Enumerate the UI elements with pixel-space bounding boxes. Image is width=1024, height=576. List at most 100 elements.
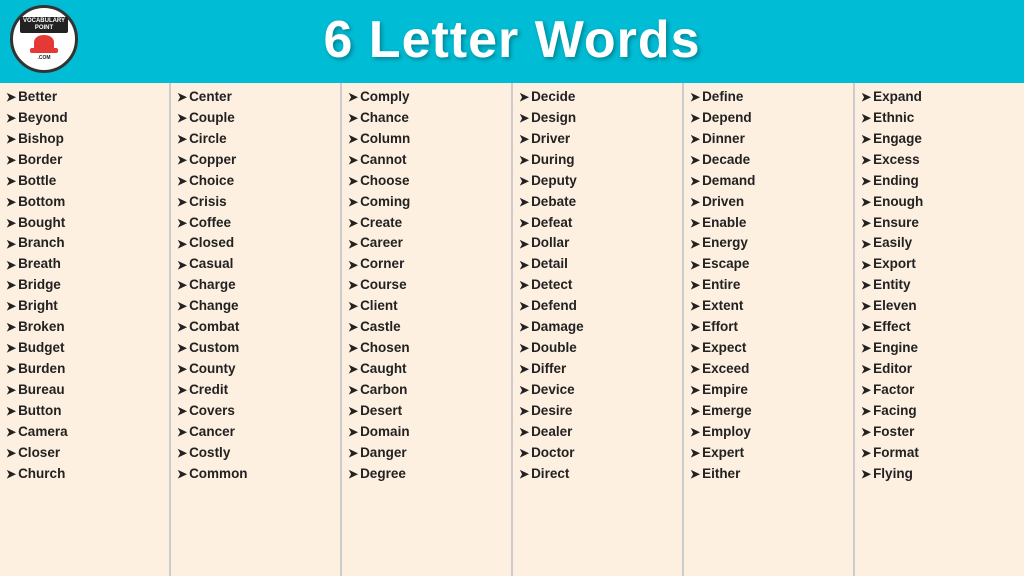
word-text: Differ bbox=[531, 359, 566, 380]
word-item: ➤Driver bbox=[519, 129, 676, 150]
word-item: ➤Expand bbox=[861, 87, 1018, 108]
arrow-icon: ➤ bbox=[861, 444, 871, 463]
word-item: ➤Expect bbox=[690, 338, 847, 359]
arrow-icon: ➤ bbox=[690, 256, 700, 275]
word-text: Ethnic bbox=[873, 108, 914, 129]
arrow-icon: ➤ bbox=[348, 193, 358, 212]
word-item: ➤Charge bbox=[177, 275, 334, 296]
arrow-icon: ➤ bbox=[861, 381, 871, 400]
word-item: ➤Chosen bbox=[348, 338, 505, 359]
word-item: ➤Crisis bbox=[177, 192, 334, 213]
word-text: Budget bbox=[18, 338, 65, 359]
word-item: ➤Broken bbox=[6, 317, 163, 338]
word-item: ➤Debate bbox=[519, 192, 676, 213]
word-text: Custom bbox=[189, 338, 239, 359]
word-text: Crisis bbox=[189, 192, 227, 213]
arrow-icon: ➤ bbox=[690, 465, 700, 484]
word-item: ➤Degree bbox=[348, 464, 505, 485]
arrow-icon: ➤ bbox=[690, 402, 700, 421]
word-text: Desert bbox=[360, 401, 402, 422]
arrow-icon: ➤ bbox=[177, 339, 187, 358]
word-item: ➤Choice bbox=[177, 171, 334, 192]
arrow-icon: ➤ bbox=[519, 193, 529, 212]
word-item: ➤Detail bbox=[519, 254, 676, 275]
word-text: Copper bbox=[189, 150, 236, 171]
word-item: ➤Ethnic bbox=[861, 108, 1018, 129]
word-text: Choice bbox=[189, 171, 234, 192]
word-text: Create bbox=[360, 213, 402, 234]
word-item: ➤Circle bbox=[177, 129, 334, 150]
arrow-icon: ➤ bbox=[348, 402, 358, 421]
word-item: ➤Driven bbox=[690, 192, 847, 213]
arrow-icon: ➤ bbox=[690, 297, 700, 316]
arrow-icon: ➤ bbox=[348, 235, 358, 254]
word-item: ➤Doctor bbox=[519, 443, 676, 464]
arrow-icon: ➤ bbox=[177, 381, 187, 400]
word-text: Broken bbox=[18, 317, 65, 338]
word-text: Dealer bbox=[531, 422, 572, 443]
word-text: Bureau bbox=[18, 380, 65, 401]
word-item: ➤Demand bbox=[690, 171, 847, 192]
word-text: County bbox=[189, 359, 236, 380]
word-text: Cannot bbox=[360, 150, 407, 171]
word-item: ➤Effort bbox=[690, 317, 847, 338]
word-column-5: ➤Define➤Depend➤Dinner➤Decade➤Demand➤Driv… bbox=[684, 83, 855, 576]
arrow-icon: ➤ bbox=[6, 130, 16, 149]
logo-text-bottom: .COM bbox=[37, 55, 50, 61]
word-text: Either bbox=[702, 464, 740, 485]
arrow-icon: ➤ bbox=[519, 88, 529, 107]
arrow-icon: ➤ bbox=[6, 423, 16, 442]
word-item: ➤Depend bbox=[690, 108, 847, 129]
word-text: Excess bbox=[873, 150, 920, 171]
arrow-icon: ➤ bbox=[519, 423, 529, 442]
word-text: Ensure bbox=[873, 213, 919, 234]
arrow-icon: ➤ bbox=[348, 130, 358, 149]
arrow-icon: ➤ bbox=[690, 172, 700, 191]
arrow-icon: ➤ bbox=[690, 109, 700, 128]
arrow-icon: ➤ bbox=[690, 444, 700, 463]
word-text: Common bbox=[189, 464, 248, 485]
word-item: ➤Engine bbox=[861, 338, 1018, 359]
word-item: ➤Custom bbox=[177, 338, 334, 359]
page-header: VOCABULARYPOINT .COM 6 Letter Words bbox=[0, 0, 1024, 80]
word-item: ➤Effect bbox=[861, 317, 1018, 338]
word-columns: ➤Better➤Beyond➤Bishop➤Border➤Bottle➤Bott… bbox=[0, 80, 1024, 576]
word-item: ➤Cancer bbox=[177, 422, 334, 443]
arrow-icon: ➤ bbox=[519, 109, 529, 128]
word-item: ➤Choose bbox=[348, 171, 505, 192]
arrow-icon: ➤ bbox=[519, 151, 529, 170]
word-text: Extent bbox=[702, 296, 743, 317]
word-text: Corner bbox=[360, 254, 404, 275]
word-text: Breath bbox=[18, 254, 61, 275]
word-item: ➤Expert bbox=[690, 443, 847, 464]
arrow-icon: ➤ bbox=[348, 360, 358, 379]
word-column-2: ➤Center➤Couple➤Circle➤Copper➤Choice➤Cris… bbox=[171, 83, 342, 576]
word-item: ➤Column bbox=[348, 129, 505, 150]
page-title: 6 Letter Words bbox=[323, 10, 700, 70]
word-item: ➤Change bbox=[177, 296, 334, 317]
word-text: Design bbox=[531, 108, 576, 129]
arrow-icon: ➤ bbox=[519, 360, 529, 379]
word-item: ➤Camera bbox=[6, 422, 163, 443]
word-column-1: ➤Better➤Beyond➤Bishop➤Border➤Bottle➤Bott… bbox=[0, 83, 171, 576]
word-item: ➤Escape bbox=[690, 254, 847, 275]
arrow-icon: ➤ bbox=[861, 339, 871, 358]
arrow-icon: ➤ bbox=[6, 444, 16, 463]
arrow-icon: ➤ bbox=[177, 151, 187, 170]
word-text: Chance bbox=[360, 108, 409, 129]
arrow-icon: ➤ bbox=[6, 151, 16, 170]
word-text: Engine bbox=[873, 338, 918, 359]
arrow-icon: ➤ bbox=[519, 214, 529, 233]
word-text: Expect bbox=[702, 338, 746, 359]
arrow-icon: ➤ bbox=[861, 297, 871, 316]
word-item: ➤Combat bbox=[177, 317, 334, 338]
word-text: Driver bbox=[531, 129, 570, 150]
logo-hat-icon bbox=[34, 35, 54, 49]
word-text: Effort bbox=[702, 317, 738, 338]
word-text: Device bbox=[531, 380, 575, 401]
arrow-icon: ➤ bbox=[690, 360, 700, 379]
arrow-icon: ➤ bbox=[6, 402, 16, 421]
word-item: ➤Center bbox=[177, 87, 334, 108]
arrow-icon: ➤ bbox=[861, 360, 871, 379]
word-item: ➤Employ bbox=[690, 422, 847, 443]
